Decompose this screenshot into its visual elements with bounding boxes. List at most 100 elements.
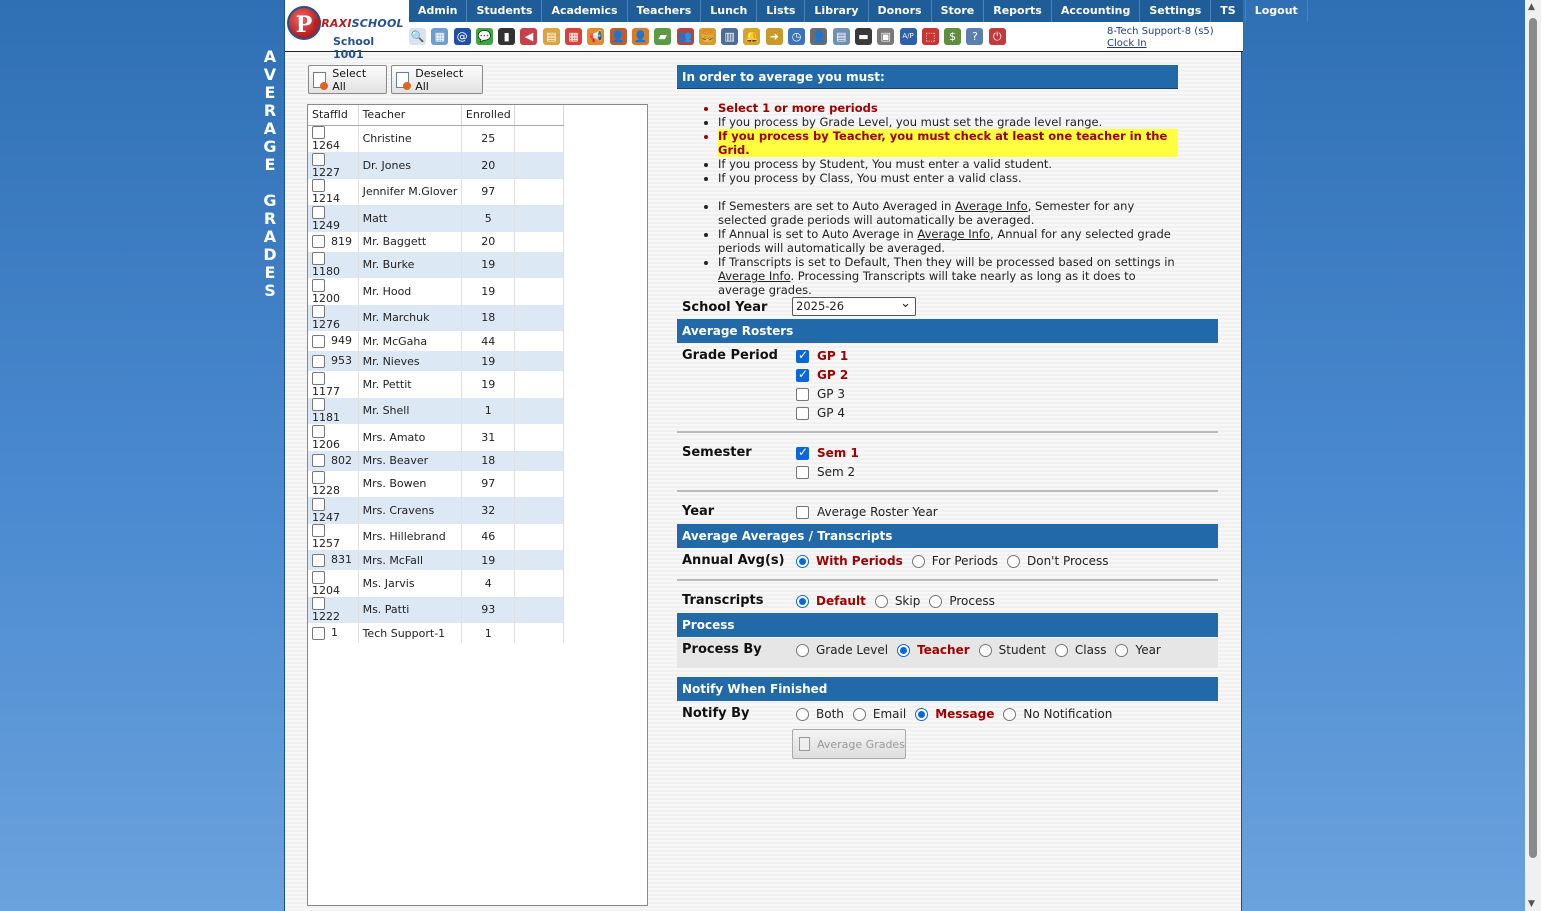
checkbox[interactable] — [796, 387, 809, 401]
nav-item-reports[interactable]: Reports — [984, 0, 1052, 22]
gp2-checkbox[interactable]: GP 2 — [796, 367, 848, 382]
grade-level-radio[interactable] — [796, 643, 809, 657]
for-periods-radio[interactable] — [911, 554, 925, 568]
select-all-button[interactable]: Select All — [308, 65, 387, 94]
row-checkbox[interactable] — [312, 205, 325, 219]
lunch-icon[interactable]: 🍔 — [698, 27, 716, 45]
table-row[interactable]: 1276 Mr. Marchuk 18 — [308, 304, 564, 331]
teacher-icon[interactable]: 👤 — [609, 27, 627, 45]
phone-icon[interactable]: ▮ — [498, 27, 516, 45]
email-radio[interactable] — [852, 707, 866, 721]
average-info-link[interactable]: Average Info — [955, 199, 1028, 213]
bell-icon[interactable]: 🔔 — [743, 27, 761, 45]
nav-item-students[interactable]: Students — [467, 0, 543, 22]
row-checkbox[interactable] — [312, 597, 325, 610]
table-row[interactable]: 1177 Mr. Pettit 19 — [308, 371, 564, 398]
checkbox-checked[interactable] — [796, 367, 809, 382]
student-radio[interactable] — [978, 643, 992, 657]
pdf-icon[interactable]: ⬚ — [921, 27, 939, 45]
checkbox-checked[interactable] — [796, 348, 809, 363]
table-row[interactable]: 949 Mr. McGaha 44 — [308, 331, 564, 351]
nav-item-ts[interactable]: TS — [1211, 0, 1246, 22]
default-radio[interactable] — [796, 594, 809, 608]
row-checkbox[interactable] — [312, 235, 325, 249]
row-checkbox[interactable] — [312, 252, 325, 265]
table-row[interactable]: 1249 Matt 5 — [308, 205, 564, 232]
gp3-checkbox[interactable]: GP 3 — [796, 387, 845, 401]
row-checkbox[interactable] — [312, 334, 325, 348]
row-checkbox[interactable] — [312, 398, 325, 411]
table-row[interactable]: 1 Tech Support-1 1 — [308, 623, 564, 643]
teacher-radio[interactable] — [897, 643, 911, 657]
row-checkbox[interactable] — [312, 454, 325, 468]
clock-icon[interactable]: ◷ — [788, 27, 806, 45]
gp1-checkbox[interactable]: GP 1 — [796, 348, 848, 363]
nav-item-academics[interactable]: Academics — [542, 0, 628, 22]
table-row[interactable]: 953 Mr. Nieves 19 — [308, 351, 564, 371]
average-info-link[interactable]: Average Info — [718, 269, 790, 283]
nav-item-lists[interactable]: Lists — [757, 0, 806, 22]
dont-process-radio[interactable] — [1006, 554, 1020, 568]
nav-item-logout[interactable]: Logout — [1246, 0, 1308, 22]
chat-icon[interactable]: 💬 — [475, 27, 493, 45]
ap-icon[interactable]: A/P — [899, 27, 917, 45]
table-row[interactable]: 831 Mrs. McFall 19 — [308, 550, 564, 570]
table-row[interactable]: 802 Mrs. Beaver 18 — [308, 450, 564, 471]
student-icon[interactable]: 👤 — [631, 27, 649, 45]
export-icon[interactable]: ➜ — [765, 27, 783, 45]
table-row[interactable]: 1264 Christine 25 — [308, 125, 564, 152]
printer-icon[interactable]: ▣ — [877, 27, 895, 45]
no-notification-radio[interactable] — [1003, 707, 1017, 721]
document-icon[interactable]: ▤ — [832, 27, 850, 45]
row-checkbox[interactable] — [312, 126, 325, 139]
gp4-checkbox[interactable]: GP 4 — [796, 406, 845, 420]
calendar-icon[interactable]: ▦ — [565, 27, 583, 45]
clock-in-link[interactable]: Clock In — [1107, 38, 1214, 50]
message-radio[interactable] — [915, 707, 929, 721]
nav-item-teachers[interactable]: Teachers — [628, 0, 702, 22]
average-roster-year-checkbox[interactable]: Average Roster Year — [796, 505, 938, 519]
row-checkbox[interactable] — [312, 305, 325, 318]
nav-item-library[interactable]: Library — [805, 0, 869, 22]
with-periods-radio[interactable] — [796, 554, 809, 568]
class-radio[interactable] — [1054, 643, 1068, 657]
table-row[interactable]: 1222 Ms. Patti 93 — [308, 596, 564, 623]
book-icon[interactable]: ▰ — [654, 27, 672, 45]
table-row[interactable]: 1227 Dr. Jones 20 — [308, 152, 564, 179]
col-teacher[interactable]: Teacher — [358, 105, 463, 126]
barcode-icon[interactable]: ▬ — [854, 27, 872, 45]
row-checkbox[interactable] — [312, 553, 325, 567]
grid-icon[interactable]: ▦ — [431, 27, 449, 45]
scroll-down-icon[interactable]: ▼ — [1528, 899, 1535, 909]
table-row[interactable]: 1228 Mrs. Bowen 97 — [308, 470, 564, 497]
process-radio[interactable] — [929, 594, 943, 608]
row-checkbox[interactable] — [312, 570, 325, 584]
sem1-checkbox[interactable]: Sem 1 — [796, 445, 859, 460]
nav-item-settings[interactable]: Settings — [1140, 0, 1212, 22]
money-icon[interactable]: $ — [944, 27, 962, 45]
group-icon[interactable]: 👥 — [676, 27, 694, 45]
nav-item-admin[interactable]: Admin — [409, 0, 468, 22]
both-radio[interactable] — [796, 707, 809, 721]
table-row[interactable]: 1181 Mr. Shell 1 — [308, 397, 564, 424]
row-checkbox[interactable] — [312, 471, 325, 484]
megaphone-icon[interactable]: 📢 — [587, 27, 605, 45]
table-row[interactable]: 1200 Mr. Hood 19 — [308, 278, 564, 305]
average-grades-button[interactable]: Average Grades — [792, 729, 906, 759]
email-icon[interactable]: @ — [453, 27, 471, 45]
table-row[interactable]: 1204 Ms. Jarvis 4 — [308, 570, 564, 597]
nav-item-accounting[interactable]: Accounting — [1052, 0, 1141, 22]
table-row[interactable]: 1180 Mr. Burke 19 — [308, 251, 564, 278]
checkbox-checked[interactable] — [796, 445, 809, 460]
speaker-icon[interactable]: ◀ — [520, 27, 538, 45]
checkbox[interactable] — [796, 505, 809, 519]
search-icon[interactable]: 🔍 — [409, 27, 426, 45]
help-icon[interactable]: ? — [966, 27, 984, 45]
skip-radio[interactable] — [874, 594, 888, 608]
report-icon[interactable]: ▤ — [542, 27, 560, 45]
nav-item-donors[interactable]: Donors — [869, 0, 932, 22]
person-icon[interactable]: 👤 — [810, 27, 828, 45]
scroll-up-icon[interactable]: ▲ — [1528, 2, 1535, 12]
row-checkbox[interactable] — [312, 524, 325, 537]
average-info-link[interactable]: Average Info — [917, 227, 990, 241]
